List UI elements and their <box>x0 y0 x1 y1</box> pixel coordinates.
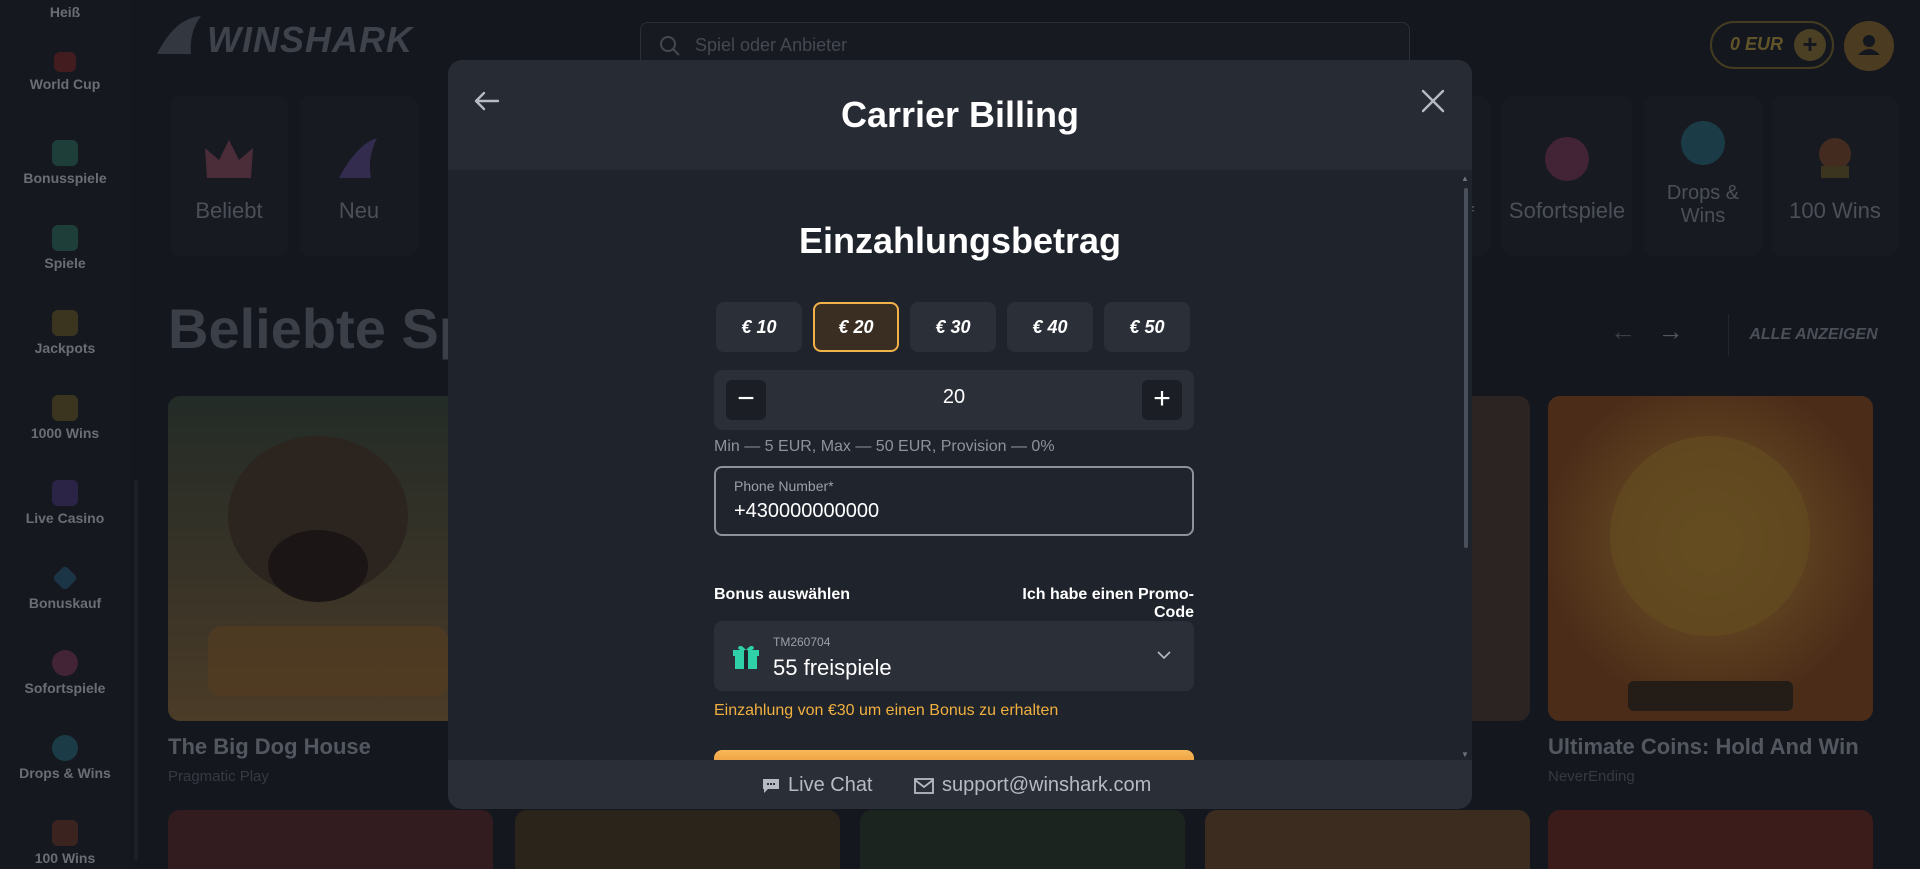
amount-option[interactable]: € 30 <box>910 302 996 352</box>
amount-stepper: 20 − + <box>714 370 1194 430</box>
support-email-label: support@winshark.com <box>942 774 1152 796</box>
bonus-select-label: Bonus auswählen <box>714 586 851 603</box>
increase-button[interactable]: + <box>1142 380 1182 420</box>
live-chat-link[interactable]: Live Chat <box>762 774 873 797</box>
modal-title: Carrier Billing <box>840 94 1080 135</box>
support-email-link[interactable]: support@winshark.com <box>914 774 1151 797</box>
modal-footer: Live Chat support@winshark.com <box>448 760 1472 809</box>
bonus-requirement-note: Einzahlung von €30 um einen Bonus zu erh… <box>714 702 1059 719</box>
amount-option[interactable]: € 50 <box>1104 302 1190 352</box>
amount-option-selected[interactable]: € 20 <box>813 302 899 352</box>
phone-number-field[interactable]: Phone Number* +430000000000 <box>714 466 1194 536</box>
modal-scrollbar[interactable] <box>1464 188 1468 548</box>
deposit-limits: Min — 5 EUR, Max — 50 EUR, Provision — 0… <box>714 438 1055 455</box>
bonus-name: 55 freispiele <box>773 655 892 680</box>
carrier-billing-modal: Carrier Billing Einzahlungsbetrag € 10 €… <box>448 60 1472 809</box>
amount-value[interactable]: 20 <box>714 386 1194 409</box>
bonus-dropdown[interactable]: TM260704 55 freispiele <box>714 621 1194 691</box>
mail-icon <box>914 778 934 794</box>
live-chat-label: Live Chat <box>788 774 873 796</box>
gift-icon <box>733 645 759 669</box>
close-icon[interactable] <box>1416 84 1450 118</box>
decrease-button[interactable]: − <box>726 380 766 420</box>
modal-body: Einzahlungsbetrag € 10 € 20 € 30 € 40 € … <box>448 170 1472 770</box>
chevron-down-icon <box>1157 651 1171 660</box>
chat-icon <box>763 779 779 793</box>
modal-header: Carrier Billing <box>448 60 1472 170</box>
phone-number-label: Phone Number* <box>734 478 834 494</box>
amount-option[interactable]: € 10 <box>716 302 802 352</box>
promo-code-link[interactable]: Ich habe einen Promo-Code <box>989 586 1194 622</box>
phone-number-value[interactable]: +430000000000 <box>734 500 879 523</box>
amount-option[interactable]: € 40 <box>1007 302 1093 352</box>
scroll-up-icon[interactable]: ▲ <box>1461 174 1471 183</box>
scroll-down-icon[interactable]: ▼ <box>1461 750 1471 759</box>
deposit-amount-title: Einzahlungsbetrag <box>798 220 1122 261</box>
bonus-code: TM260704 <box>773 635 831 649</box>
